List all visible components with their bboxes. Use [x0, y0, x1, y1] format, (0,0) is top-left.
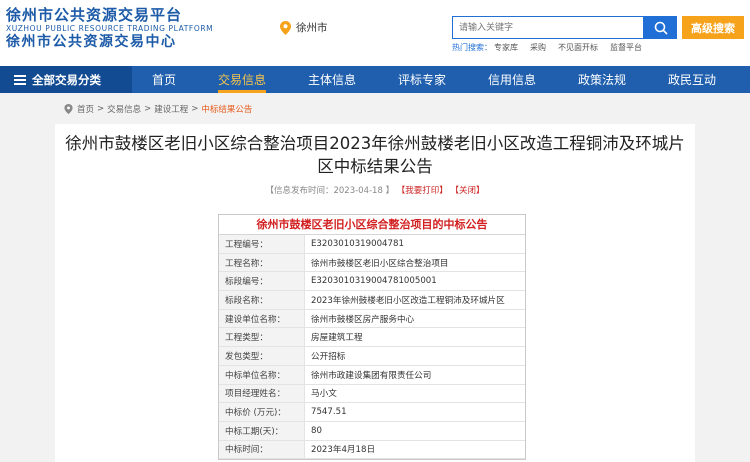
publish-time: 【信息发布时间：2023-04-18 】: [265, 186, 395, 196]
row-value: 徐州市鼓楼区房产服务中心: [311, 314, 415, 325]
search-button[interactable]: [644, 16, 677, 39]
city-label: 徐州市: [296, 22, 328, 34]
row-label: 中标价 (万元)：: [219, 403, 305, 421]
logo-title: 徐州市公共资源交易平台: [6, 6, 183, 24]
table-row: 中标单位名称： 徐州市政建设集团有限责任公司: [219, 365, 525, 385]
close-link[interactable]: 【关闭】: [451, 186, 485, 196]
table-row: 中标价 (万元)： 7547.51: [219, 403, 525, 422]
hot-search-item[interactable]: 采购: [530, 42, 546, 53]
notice-title: 徐州市鼓楼区老旧小区综合整治项目的中标公告: [219, 215, 525, 235]
table-row: 发包类型： 公开招标: [219, 347, 525, 366]
nav-item-experts[interactable]: 评标专家: [382, 66, 462, 93]
row-value: 80: [311, 425, 322, 436]
site-logo[interactable]: 徐州市公共资源交易平台 XUZHOU PUBLIC RESOURCE TRADI…: [6, 6, 214, 51]
table-row: 标段名称： 2023年徐州鼓楼老旧小区改造工程铜沛及环城片区: [219, 291, 525, 310]
row-label: 中标单位名称：: [219, 365, 305, 384]
table-row: 工程编号： E3203010319004781: [219, 235, 525, 254]
table-row: 建设单位名称： 徐州市鼓楼区房产服务中心: [219, 309, 525, 329]
breadcrumb-home[interactable]: 首页: [77, 103, 94, 115]
nav-item-home[interactable]: 首页: [124, 66, 204, 93]
nav-item-credit[interactable]: 信用信息: [472, 66, 552, 93]
row-value: E3203010319004781: [311, 238, 404, 249]
breadcrumb-trading-info[interactable]: 交易信息: [107, 103, 141, 115]
article-meta: 【信息发布时间：2023-04-18 】 【我要打印】 【关闭】: [55, 184, 695, 196]
table-row: 项目经理姓名： 马小文: [219, 384, 525, 404]
row-value: 徐州市鼓楼区老旧小区综合整治项目: [311, 258, 449, 269]
breadcrumb: 首页 > 交易信息 > 建设工程 > 中标结果公告: [64, 103, 252, 115]
hot-search-item[interactable]: 监督平台: [610, 42, 642, 53]
row-value: 公开招标: [311, 351, 346, 362]
nav-item-trading-info[interactable]: 交易信息: [202, 66, 282, 93]
row-value: E3203010319004781005001: [311, 276, 437, 287]
row-label: 工程类型：: [219, 328, 305, 347]
row-value: 7547.51: [311, 407, 347, 418]
breadcrumb-current: 中标结果公告: [201, 105, 253, 115]
hot-search-item[interactable]: 不见面开标: [558, 42, 598, 53]
row-label: 标段编号：: [219, 272, 305, 291]
breadcrumb-construction[interactable]: 建设工程: [154, 103, 188, 115]
hot-search-label: 热门搜索：: [452, 43, 492, 52]
row-label: 发包类型：: [219, 347, 305, 365]
menu-icon: [14, 74, 26, 85]
row-label: 中标工期(天)：: [219, 421, 305, 440]
location-icon: [64, 104, 73, 114]
row-value: 房屋建筑工程: [311, 333, 363, 344]
print-link[interactable]: 【我要打印】: [397, 186, 448, 196]
award-notice-table: 徐州市鼓楼区老旧小区综合整治项目的中标公告 工程编号： E320301031900…: [218, 214, 526, 461]
nav-item-interaction[interactable]: 政民互动: [652, 66, 732, 93]
hot-searches: 热门搜索： 专家库 采购 不见面开标 监督平台: [452, 42, 654, 53]
article-panel: 徐州市鼓楼区老旧小区综合整治项目 2023年徐州鼓楼老旧小区改造工程铜沛及环城片区…: [55, 124, 695, 462]
row-value: 马小文: [311, 389, 337, 400]
table-row: 中标时间： 2023年4月18日: [219, 440, 525, 460]
main-nav: 全部交易分类 首页 交易信息 主体信息 评标专家 信用信息 政策法规 政民互动: [0, 66, 750, 93]
row-label: 工程编号：: [219, 235, 305, 253]
city-selector[interactable]: 徐州市: [280, 20, 328, 35]
table-row: 工程名称： 徐州市鼓楼区老旧小区综合整治项目: [219, 253, 525, 273]
search-icon: [654, 21, 668, 35]
row-value: 徐州市政建设集团有限责任公司: [311, 370, 432, 381]
advanced-search-button[interactable]: 高级搜索: [682, 16, 744, 39]
page-title: 徐州市鼓楼区老旧小区综合整治项目2023年徐州鼓楼老旧小区改造工程铜沛及环城片区…: [65, 134, 685, 176]
table-row: 标段编号： E3203010319004781005001: [219, 272, 525, 292]
row-label: 工程名称：: [219, 253, 305, 272]
all-categories-label: 全部交易分类: [32, 72, 101, 87]
search-input[interactable]: [452, 16, 644, 39]
nav-item-policy[interactable]: 政策法规: [562, 66, 642, 93]
table-row: 工程类型： 房屋建筑工程: [219, 328, 525, 348]
row-label: 建设单位名称：: [219, 309, 305, 328]
location-pin-icon: [280, 20, 291, 35]
nav-item-entity-info[interactable]: 主体信息: [292, 66, 372, 93]
row-label: 中标时间：: [219, 440, 305, 459]
row-value: 2023年徐州鼓楼老旧小区改造工程铜沛及环城片区: [311, 295, 505, 306]
all-categories-button[interactable]: 全部交易分类: [0, 66, 132, 93]
row-value: 2023年4月18日: [311, 445, 376, 456]
hot-search-item[interactable]: 专家库: [494, 42, 518, 53]
logo-subtitle: 徐州市公共资源交易中心: [6, 34, 177, 50]
site-header: 徐州市公共资源交易平台 XUZHOU PUBLIC RESOURCE TRADI…: [0, 0, 750, 66]
row-label: 标段名称：: [219, 291, 305, 309]
logo-english: XUZHOU PUBLIC RESOURCE TRADING PLATFORM: [6, 24, 214, 33]
table-row: 中标工期(天)： 80: [219, 421, 525, 441]
row-label: 项目经理姓名：: [219, 384, 305, 403]
